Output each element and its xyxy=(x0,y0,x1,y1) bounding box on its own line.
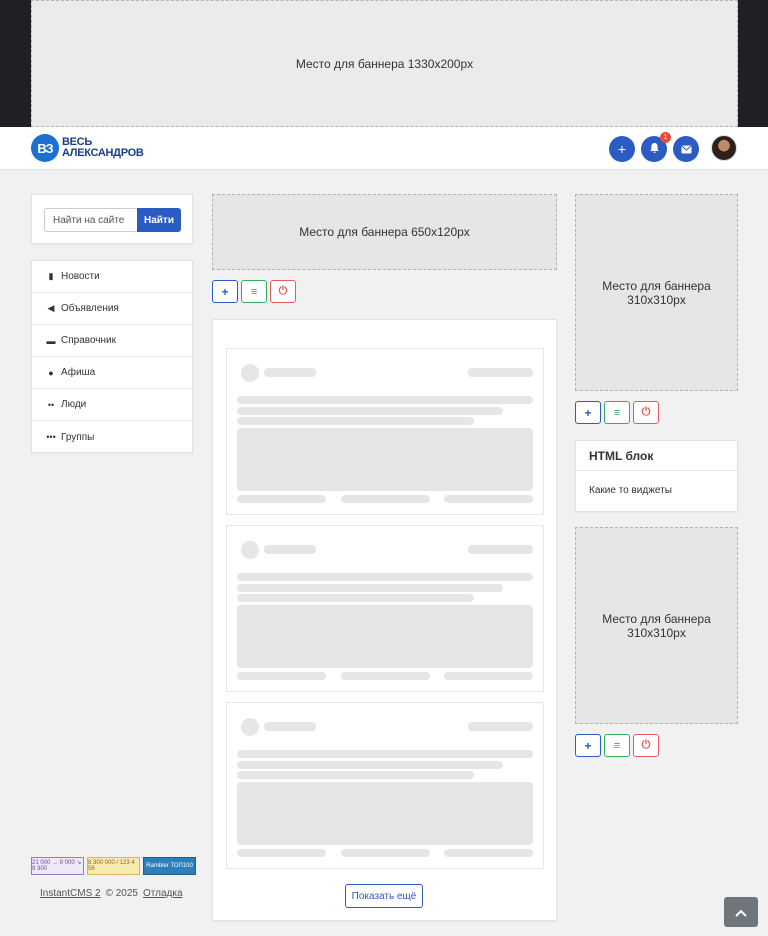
logo-line-2: АЛЕКСАНДРОВ xyxy=(62,147,144,159)
search-input[interactable] xyxy=(44,208,137,232)
plus-icon: + xyxy=(221,284,229,299)
menu-item-label: Люди xyxy=(61,399,87,410)
menu-item-ads[interactable]: ◀ Объявления xyxy=(32,293,192,325)
html-widget: HTML блок Какие то виджеты xyxy=(575,440,738,512)
add-widget-button[interactable]: + xyxy=(575,734,601,757)
search-card: Найти xyxy=(31,194,193,244)
scroll-to-top-button[interactable] xyxy=(724,897,758,927)
menu-item-label: Объявления xyxy=(61,303,119,314)
power-icon: ⏻ xyxy=(641,739,651,751)
plus-icon: + xyxy=(584,405,592,420)
menu-item-label: Группы xyxy=(61,431,95,443)
menu-item-news[interactable]: ▮ Новости xyxy=(32,261,192,293)
widget-controls: + ≡ ⏻ xyxy=(575,401,659,424)
plus-icon: + xyxy=(584,738,592,753)
notification-count-badge: 1 xyxy=(660,132,671,143)
book-icon: ▬ xyxy=(46,335,56,346)
reorder-widgets-button[interactable]: ≡ xyxy=(604,734,630,757)
disable-widgets-button[interactable]: ⏻ xyxy=(270,280,296,303)
sort-icon: ≡ xyxy=(250,285,258,298)
menu-item-label: Справочник xyxy=(61,335,116,346)
notifications-button[interactable]: 1 xyxy=(641,132,671,162)
group-icon: ••• xyxy=(46,432,56,442)
loading-placeholder-card xyxy=(226,702,544,869)
menu-item-label: Новости xyxy=(61,271,100,282)
add-widget-button[interactable]: + xyxy=(212,280,238,303)
rambler-counter[interactable]: Rambler ТОП100 xyxy=(143,857,196,875)
site-counters: 21 000 → 9 000 ↘ 9 300 8 300 000 / 123 4… xyxy=(31,857,196,875)
sort-icon: ≡ xyxy=(613,739,621,752)
widget-controls: + ≡ ⏻ xyxy=(575,734,659,757)
menu-item-directory[interactable]: ▬ Справочник xyxy=(32,325,192,357)
html-widget-title: HTML блок xyxy=(576,441,737,471)
menu-item-groups[interactable]: ••• Группы xyxy=(32,421,192,453)
megaphone-icon: ◀ xyxy=(47,303,55,313)
debug-link[interactable]: Отладка xyxy=(143,888,183,899)
messages-button[interactable] xyxy=(673,136,699,162)
site-logo[interactable]: ВЗ ВЕСЬ АЛЕКСАНДРОВ xyxy=(31,133,144,163)
add-widget-button[interactable]: + xyxy=(575,401,601,424)
main-menu: ▮ Новости ◀ Объявления ▬ Справочник ● Аф… xyxy=(31,260,193,453)
copyright-text: © 2025 xyxy=(105,888,138,899)
menu-item-events[interactable]: ● Афиша xyxy=(32,357,192,389)
search-button[interactable]: Найти xyxy=(137,208,181,232)
loading-placeholder-card xyxy=(226,348,544,515)
bell-icon xyxy=(649,141,660,157)
plus-icon: + xyxy=(617,141,627,157)
banner-right-top-placeholder[interactable]: Место для баннера 310x310px xyxy=(575,194,738,391)
loading-placeholder-card xyxy=(226,525,544,692)
envelope-icon xyxy=(680,141,692,157)
site-header: ВЗ ВЕСЬ АЛЕКСАНДРОВ + 1 xyxy=(0,127,768,170)
banner-top-placeholder[interactable]: Место для баннера 1330x200px xyxy=(31,0,738,127)
content-feed: Показать ещё xyxy=(212,319,557,921)
menu-item-people[interactable]: •• Люди xyxy=(32,389,192,421)
banner-right-bottom-placeholder[interactable]: Место для баннера 310x310px xyxy=(575,527,738,724)
logo-text: ВЕСЬ АЛЕКСАНДРОВ xyxy=(62,137,144,159)
power-icon: ⏻ xyxy=(278,285,288,297)
disable-widgets-button[interactable]: ⏻ xyxy=(633,401,659,424)
logo-mark-icon: ВЗ xyxy=(31,134,59,162)
cms-link[interactable]: InstantCMS 2 xyxy=(40,888,101,899)
users-icon: •• xyxy=(47,399,55,410)
disable-widgets-button[interactable]: ⏻ xyxy=(633,734,659,757)
reorder-widgets-button[interactable]: ≡ xyxy=(604,401,630,424)
chevron-up-icon xyxy=(735,904,747,920)
show-more-button[interactable]: Показать ещё xyxy=(345,884,423,908)
html-widget-body: Какие то виджеты xyxy=(589,485,672,496)
file-icon: ▮ xyxy=(48,271,54,281)
stats-counter[interactable]: 8 300 000 / 123 4 56 xyxy=(87,857,140,875)
sort-icon: ≡ xyxy=(613,406,621,419)
footer: InstantCMS 2 © 2025 Отладка xyxy=(40,888,183,899)
liveinternet-counter[interactable]: 21 000 → 9 000 ↘ 9 300 xyxy=(31,857,84,875)
banner-center-placeholder[interactable]: Место для баннера 650x120px xyxy=(212,194,557,270)
user-avatar[interactable] xyxy=(711,135,737,161)
reorder-widgets-button[interactable]: ≡ xyxy=(241,280,267,303)
user-icon: ● xyxy=(48,367,54,378)
power-icon: ⏻ xyxy=(641,406,651,418)
add-content-button[interactable]: + xyxy=(609,136,635,162)
menu-item-label: Афиша xyxy=(61,367,96,378)
widget-controls: + ≡ ⏻ xyxy=(212,280,296,303)
